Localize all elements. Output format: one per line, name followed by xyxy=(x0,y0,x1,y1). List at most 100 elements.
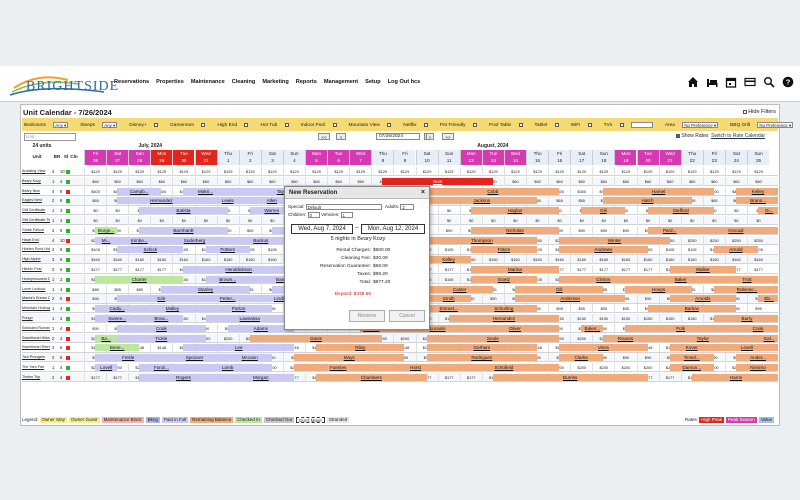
booking-bar[interactable]: Kelley xyxy=(426,256,471,264)
rate-cell[interactable]: $90 xyxy=(84,323,106,333)
filter-checkbox[interactable] xyxy=(472,123,477,127)
bbq-filter[interactable]: BBQ Grill No Preference ▾ xyxy=(730,122,799,128)
booking-bar[interactable]: Hoops xyxy=(625,285,692,293)
rate-cell[interactable]: $60 xyxy=(503,176,526,186)
prev-button[interactable]: < xyxy=(336,133,346,140)
rate-cell[interactable]: $60 xyxy=(702,176,725,186)
booking-bar[interactable]: Jackson xyxy=(426,197,538,205)
rate-cell[interactable]: $60 xyxy=(150,176,172,186)
rate-cell[interactable]: $129 xyxy=(592,167,614,176)
rate-cell[interactable]: $177 xyxy=(437,372,460,382)
rate-cell[interactable]: $60 xyxy=(747,176,769,186)
rate-cell[interactable]: $250 xyxy=(747,235,769,245)
nav-item-maintenance[interactable]: Maintenance xyxy=(191,79,225,85)
rate-cell[interactable]: $160 xyxy=(592,255,614,265)
rate-cell[interactable]: $60 xyxy=(84,176,106,186)
rate-cell[interactable]: $90 xyxy=(614,353,636,363)
booking-bar[interactable]: Spooner xyxy=(161,354,228,362)
booking-bar[interactable]: Henddickson xyxy=(183,266,294,273)
rate-cell[interactable]: $0 xyxy=(194,216,217,225)
filter-sleeps[interactable]: Sleeps Any ▾ xyxy=(80,122,123,128)
booking-bar[interactable]: Damon... xyxy=(669,364,714,371)
filter-select[interactable]: Any ▾ xyxy=(102,122,118,128)
rate-cell[interactable]: $60 xyxy=(106,176,128,186)
rate-cell[interactable]: $129 xyxy=(371,167,393,176)
rate-cell[interactable]: $105 xyxy=(658,245,681,255)
rate-cell[interactable]: $177 xyxy=(614,265,636,274)
rate-cell[interactable]: $60 xyxy=(526,176,548,186)
rate-cell[interactable]: $60 xyxy=(614,176,636,186)
filter-indoor-pool[interactable]: Indoor Pool xyxy=(301,123,343,128)
booking-bar[interactable]: Anderson xyxy=(514,295,626,303)
rate-cell[interactable]: $160 xyxy=(747,255,769,265)
rate-cell[interactable]: $177 xyxy=(570,265,592,274)
rate-cell[interactable]: $150 xyxy=(592,314,614,323)
booking-bar[interactable]: Barry xyxy=(713,315,778,322)
rate-cell[interactable]: $0 xyxy=(747,216,769,225)
date-to-field[interactable]: Mon, Aug 12, 2024 xyxy=(361,224,425,234)
rate-cell[interactable]: $65 xyxy=(570,196,592,206)
nav-item-reservations[interactable]: Reservations xyxy=(114,79,149,85)
rate-cell[interactable]: $160 xyxy=(680,255,703,265)
prev-prev-button[interactable]: << xyxy=(318,133,330,140)
filter-checkbox[interactable] xyxy=(332,123,337,127)
rate-cell[interactable]: $0 xyxy=(614,216,636,225)
booking-bar[interactable]: Soderberg xyxy=(161,236,228,244)
rate-cell[interactable]: $0 xyxy=(592,216,614,225)
rate-cell[interactable]: $60 xyxy=(570,176,592,186)
unit-name-link[interactable]: Hawk End xyxy=(22,236,50,245)
unit-name-link[interactable]: Hidden Pond Hideaway xyxy=(22,245,50,254)
booking-bar[interactable]: Soule xyxy=(426,334,560,342)
filter-tvs[interactable]: TVs xyxy=(604,122,659,128)
booking-bar[interactable]: Arnold xyxy=(713,246,759,254)
children-select[interactable]: 0 xyxy=(307,212,320,218)
booking-bar[interactable]: Caster xyxy=(426,285,493,293)
vehicles-select[interactable]: 1 xyxy=(340,212,353,218)
booking-bar[interactable]: Burriss xyxy=(492,373,648,381)
switch-rate-calendar-link[interactable]: Switch to Rate Calendar xyxy=(711,133,765,139)
booking-bar[interactable]: Nicholas xyxy=(470,226,560,234)
unit-name-link[interactable]: Lover Lookout xyxy=(22,285,50,294)
booking-bar[interactable]: Lewis xyxy=(205,197,250,205)
booking-bar[interactable]: Cadiy... xyxy=(95,305,140,313)
filter-checkbox[interactable] xyxy=(587,123,592,127)
rate-cell[interactable]: $60 xyxy=(305,176,327,186)
booking-bar[interactable]: Lawsassa xyxy=(205,315,294,322)
rate-cell[interactable]: $65 xyxy=(548,196,570,206)
booking-bar[interactable]: Brown... xyxy=(205,275,250,283)
rate-cell[interactable]: $160 xyxy=(724,255,747,265)
filter-checkbox[interactable] xyxy=(244,123,249,127)
rate-cell[interactable]: $0 xyxy=(548,216,570,225)
rate-cell[interactable]: $250 xyxy=(680,235,703,245)
booking-bar[interactable]: Polk xyxy=(625,324,736,332)
rate-cell[interactable]: $0 xyxy=(437,206,460,216)
rate-cell[interactable]: $150 xyxy=(680,314,703,323)
unit-name-link[interactable]: Pongo xyxy=(22,314,50,323)
booking-bar[interactable]: Thompson xyxy=(426,236,538,244)
booking-bar[interactable]: Pard... xyxy=(647,226,692,234)
rate-cell[interactable]: $129 xyxy=(305,167,327,176)
booking-bar[interactable]: Batista xyxy=(139,207,228,215)
booking-bar[interactable]: Kelley xyxy=(735,187,778,195)
nav-item-management[interactable]: Management xyxy=(324,79,358,85)
area-select[interactable]: No Preference ▾ xyxy=(682,122,719,128)
rate-cell[interactable]: $129 xyxy=(724,167,747,176)
date-from-field[interactable]: Wed, Aug 7, 2024 xyxy=(291,224,353,234)
filter-checkbox[interactable] xyxy=(201,123,206,127)
rate-cell[interactable]: $60 xyxy=(592,176,614,186)
booking-bar[interactable]: Kincaid xyxy=(691,226,778,234)
rate-cell[interactable]: $0 xyxy=(570,216,592,225)
rate-cell[interactable]: $0 xyxy=(526,216,548,225)
booking-bar[interactable]: Gal... xyxy=(758,334,778,342)
booking-bar[interactable]: Hernandez xyxy=(448,315,560,322)
filter-gameroom[interactable]: Gameroom xyxy=(170,123,211,128)
rate-cell[interactable]: $129 xyxy=(128,167,150,176)
rate-cell[interactable]: $129 xyxy=(636,167,659,176)
rate-cell[interactable]: $60 xyxy=(216,176,239,186)
booking-bar[interactable]: Kover xyxy=(669,344,714,352)
nav-item-cleaning[interactable]: Cleaning xyxy=(232,79,256,85)
unit-name-link[interactable]: Gift Certificate Two xyxy=(22,216,50,225)
rate-cell[interactable]: $160 xyxy=(503,255,526,265)
booking-bar[interactable]: Makri... xyxy=(183,187,228,195)
special-select[interactable]: Default xyxy=(305,204,382,210)
